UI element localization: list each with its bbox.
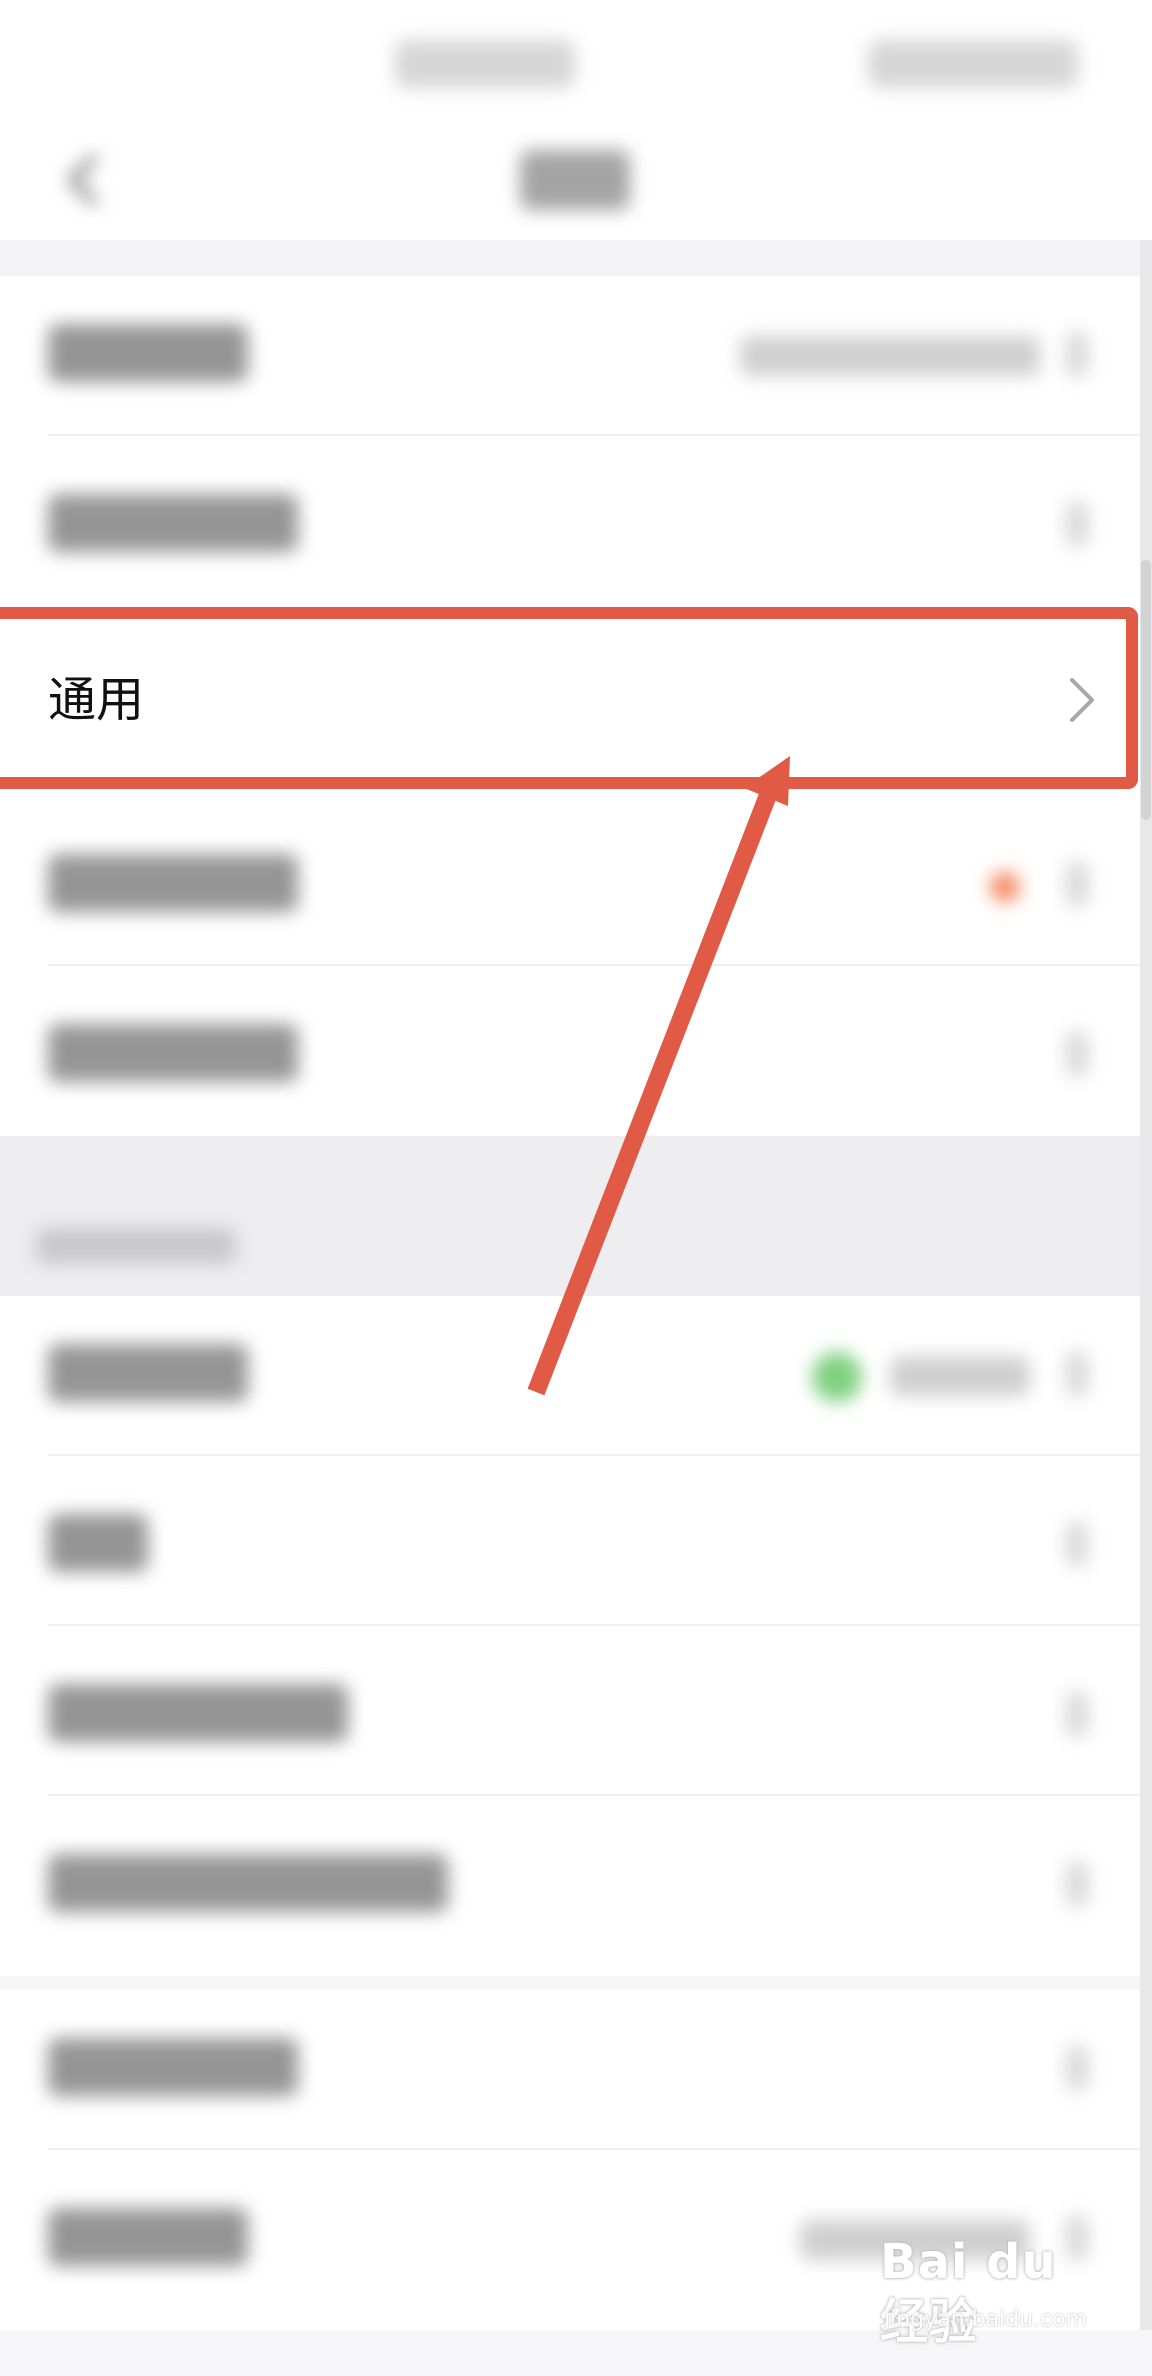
notification-dot	[990, 872, 1020, 902]
settings-row[interactable]	[0, 1466, 1140, 1626]
divider	[48, 1454, 1140, 1456]
settings-row[interactable]	[0, 1990, 1140, 2150]
chevron-right-icon	[1066, 862, 1088, 906]
settings-row[interactable]	[0, 806, 1140, 966]
settings-row[interactable]	[0, 276, 1140, 436]
row-label	[48, 494, 298, 552]
section-gap	[0, 240, 1152, 276]
settings-row[interactable]	[0, 1296, 1140, 1456]
back-button[interactable]	[56, 150, 116, 210]
watermark-brand: Bai du 经验	[880, 2234, 1057, 2350]
row-label	[48, 1684, 348, 1742]
row-label	[48, 1854, 448, 1912]
chevron-right-icon	[1066, 502, 1088, 546]
section-header-label	[36, 1228, 236, 1264]
divider	[48, 2148, 1140, 2150]
section-header	[0, 1136, 1152, 1296]
divider	[48, 434, 1140, 436]
settings-row[interactable]	[0, 1636, 1140, 1796]
status-dot	[812, 1352, 862, 1402]
row-value	[890, 1356, 1030, 1396]
row-label	[48, 854, 298, 912]
row-label	[48, 2208, 248, 2266]
chevron-right-icon	[1066, 1862, 1088, 1906]
row-value	[740, 336, 1040, 376]
chevron-left-icon	[69, 155, 97, 205]
scrollbar-thumb[interactable]	[1141, 560, 1151, 820]
settings-row[interactable]	[0, 976, 1140, 1136]
watermark-site: jingyan.baidu.com	[884, 2307, 1088, 2332]
highlight-box	[0, 607, 1138, 789]
chevron-right-icon	[1066, 1692, 1088, 1736]
row-label	[48, 1514, 148, 1572]
status-bar	[0, 0, 1152, 130]
row-label	[48, 2038, 298, 2096]
row-label	[48, 324, 248, 382]
chevron-right-icon	[1066, 332, 1088, 376]
scrollbar-track[interactable]	[1140, 240, 1152, 2330]
chevron-right-icon	[1066, 1522, 1088, 1566]
chevron-right-icon	[1066, 1352, 1088, 1396]
status-time	[395, 40, 575, 88]
row-label	[48, 1344, 248, 1402]
divider	[48, 1794, 1140, 1796]
divider	[48, 1624, 1140, 1626]
row-label	[48, 1024, 298, 1082]
page-title	[520, 150, 630, 210]
chevron-right-icon	[1066, 1032, 1088, 1076]
settings-row[interactable]	[0, 446, 1140, 606]
chevron-right-icon	[1066, 2046, 1088, 2090]
baidu-jingyan-watermark: Bai du 经验 jingyan.baidu.com	[880, 2232, 1100, 2362]
status-indicators	[868, 40, 1078, 88]
settings-row[interactable]	[0, 1806, 1140, 1966]
divider	[48, 964, 1140, 966]
